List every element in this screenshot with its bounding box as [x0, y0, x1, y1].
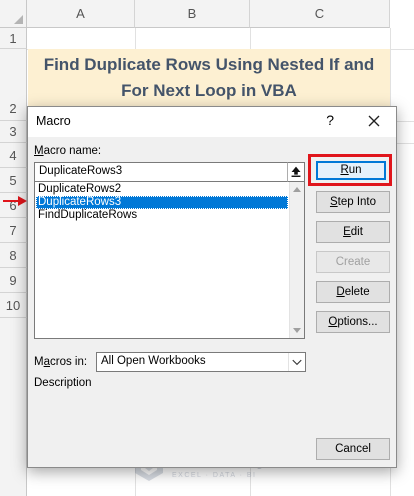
macros-in-label-rest: cros in: [50, 356, 88, 368]
scroll-up-icon[interactable] [293, 187, 301, 192]
macros-in-select[interactable]: All Open Workbooks [96, 352, 306, 372]
macro-name-label-rest: acro name: [43, 145, 102, 157]
edit-rest: dit [350, 226, 363, 238]
sheet-title-line-2: For Next Loop in VBA [121, 81, 297, 100]
options-rest: ptions... [337, 316, 378, 328]
macro-name-input[interactable]: DuplicateRows3 [34, 162, 288, 182]
step-into-key: S [329, 196, 338, 208]
select-all-corner[interactable] [0, 0, 27, 28]
description-label: Description [34, 377, 92, 389]
red-arrow-icon [3, 196, 27, 206]
row-header-4[interactable]: 4 [0, 143, 27, 168]
step-into-rest: tep Into [337, 196, 377, 208]
row-header-7[interactable]: 7 [0, 218, 27, 243]
macro-list[interactable]: DuplicateRows2 DuplicateRows3 FindDuplic… [34, 182, 305, 339]
scroll-down-icon[interactable] [293, 328, 301, 333]
delete-button[interactable]: Delete [316, 281, 390, 303]
row-header-3[interactable]: 3 [0, 121, 27, 143]
sheet-title-line-1: Find Duplicate Rows Using Nested If and [43, 55, 375, 74]
column-header-a[interactable]: A [27, 0, 135, 28]
upload-arrow-icon[interactable] [287, 162, 305, 182]
edit-key: E [343, 226, 351, 238]
run-button[interactable]: Run [316, 161, 386, 180]
macro-name-label: Macro name: [34, 145, 101, 157]
help-button[interactable]: ? [326, 112, 334, 128]
close-icon[interactable] [366, 113, 382, 129]
delete-key: D [336, 286, 345, 298]
row-header-5[interactable]: 5 [0, 168, 27, 193]
run-highlight-box: Run [308, 154, 392, 186]
options-button[interactable]: Options... [316, 311, 390, 333]
list-item[interactable]: DuplicateRows2 [36, 183, 288, 196]
row-header-1[interactable]: 1 [0, 28, 27, 49]
create-button[interactable]: Create [316, 251, 390, 273]
dialog-titlebar[interactable]: Macro ? [28, 107, 396, 137]
edit-button[interactable]: Edit [316, 221, 390, 243]
macros-in-value: All Open Workbooks [101, 355, 206, 367]
cancel-button[interactable]: Cancel [316, 438, 390, 460]
macros-in-label-pre: M [34, 356, 44, 368]
row-header-9[interactable]: 9 [0, 268, 27, 293]
macro-name-label-key: M [34, 145, 44, 157]
chevron-down-icon[interactable] [288, 353, 305, 371]
sheet-title: Find Duplicate Rows Using Nested If and … [28, 52, 390, 104]
run-rest: un [348, 164, 362, 176]
macro-dialog: Macro ? Macro name: DuplicateRows3 Dupli… [27, 106, 397, 468]
delete-rest: elete [344, 286, 370, 298]
dialog-title: Macro [36, 114, 71, 128]
row-header-10[interactable]: 10 [0, 293, 27, 318]
column-header-c[interactable]: C [250, 0, 390, 28]
step-into-button[interactable]: Step Into [316, 191, 390, 213]
row-header-8[interactable]: 8 [0, 243, 27, 268]
run-key: R [340, 164, 349, 176]
row-header-empty [0, 318, 27, 496]
column-header-b[interactable]: B [135, 0, 250, 28]
list-item[interactable]: FindDuplicateRows [36, 209, 288, 222]
list-item-selected[interactable]: DuplicateRows3 [36, 196, 288, 209]
row-header-2[interactable]: 2 [0, 49, 27, 121]
options-key: O [328, 316, 338, 328]
list-scrollbar[interactable] [289, 182, 304, 338]
macros-in-label: Macros in: [34, 356, 87, 368]
watermark-tagline: EXCEL · DATA · BI [172, 472, 257, 479]
